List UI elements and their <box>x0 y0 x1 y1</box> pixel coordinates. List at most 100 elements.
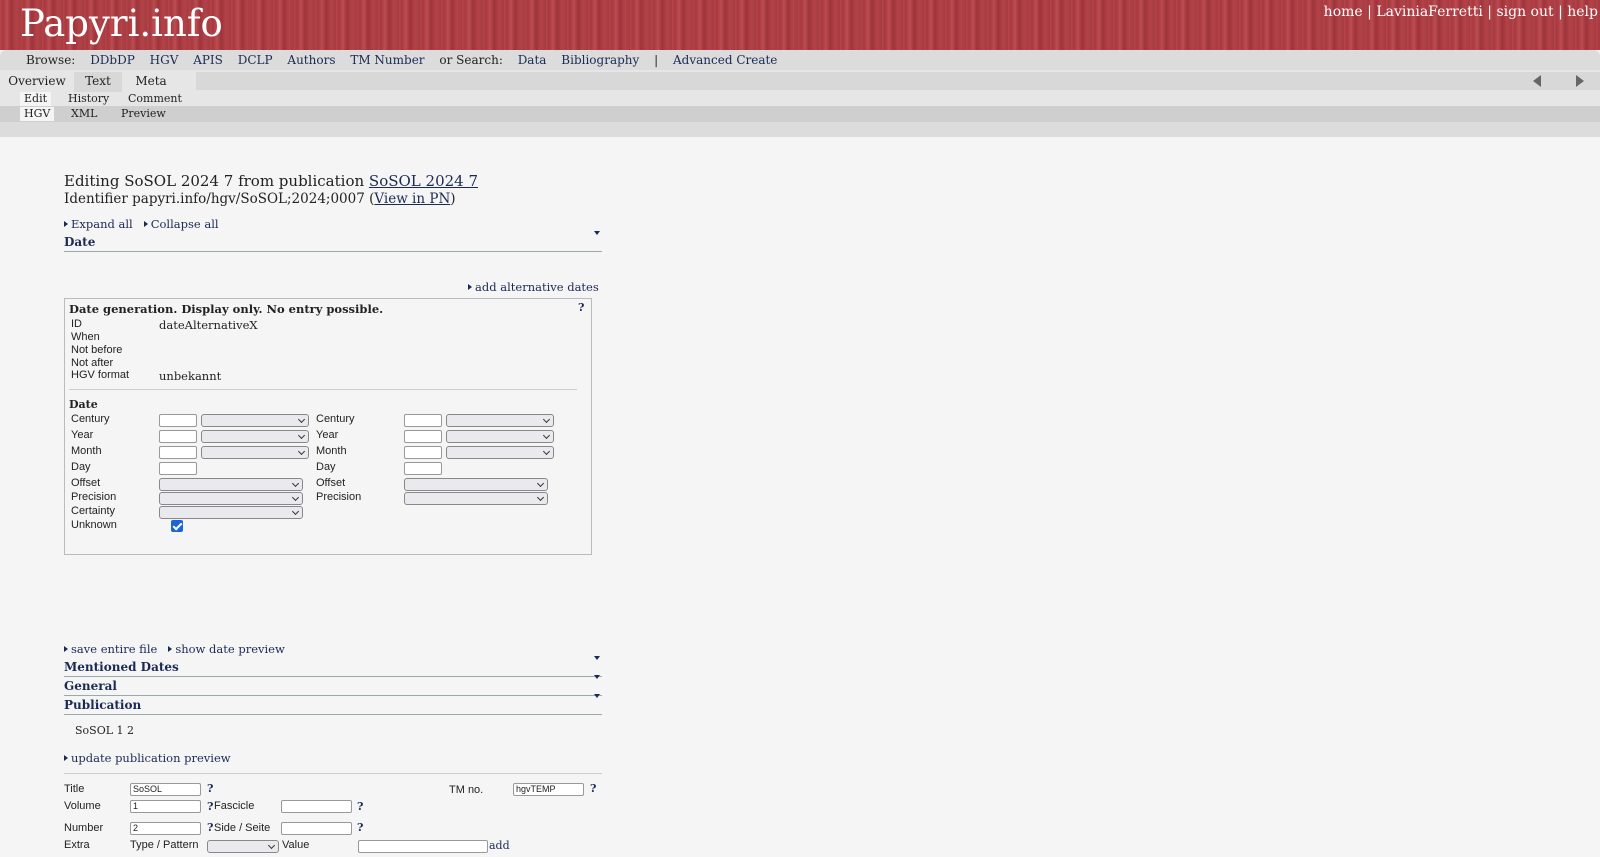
unknown-checkbox[interactable] <box>171 520 183 532</box>
search-label: or Search: <box>439 53 503 67</box>
left-century-select[interactable] <box>201 414 309 427</box>
left-precision-select[interactable] <box>159 492 303 505</box>
section-date[interactable]: Date <box>64 231 602 252</box>
section-publication[interactable]: Publication <box>64 694 602 715</box>
triangle-right-icon <box>64 221 68 227</box>
publication-link[interactable]: SoSOL 2024 7 <box>369 172 478 190</box>
not-before-label: Not before <box>71 344 123 356</box>
prev-arrow-icon[interactable] <box>1533 75 1541 87</box>
left-month-input[interactable] <box>159 446 197 459</box>
user-link[interactable]: LaviniaFerretti <box>1376 4 1483 20</box>
expand-collapse-row: Expand all Collapse all <box>64 217 219 231</box>
show-date-preview-link[interactable]: show date preview <box>168 642 285 656</box>
right-day-label: Day <box>316 461 336 473</box>
number-input[interactable]: 2 <box>130 822 201 835</box>
add-alt-dates-link[interactable]: add alternative dates <box>468 280 599 294</box>
site-header: Papyri.info home | LaviniaFerretti | sig… <box>0 0 1600 50</box>
right-day-input[interactable] <box>404 462 442 475</box>
browse-apis[interactable]: APIS <box>193 53 223 67</box>
certainty-select[interactable] <box>159 506 303 519</box>
subtab-preview[interactable]: Preview <box>117 107 170 121</box>
right-precision-select[interactable] <box>404 492 548 505</box>
tab-meta[interactable]: Meta <box>124 72 178 92</box>
browse-authors[interactable]: Authors <box>287 53 335 67</box>
section-general[interactable]: General <box>64 675 602 696</box>
type-pattern-select[interactable] <box>207 840 279 853</box>
left-offset-select[interactable] <box>159 478 303 491</box>
browse-label: Browse: <box>26 53 76 67</box>
chevron-down-icon <box>594 231 600 235</box>
help-link[interactable]: help <box>1567 4 1598 20</box>
top-links: home | LaviniaFerretti | sign out | help <box>1324 4 1598 20</box>
volume-input[interactable]: 1 <box>130 800 201 813</box>
sign-out-link[interactable]: sign out <box>1496 4 1553 20</box>
collapse-all-link[interactable]: Collapse all <box>143 217 219 231</box>
tm-no-input[interactable]: hgvTEMP <box>513 783 584 796</box>
help-icon[interactable]: ? <box>207 782 213 795</box>
triangle-right-icon <box>143 221 148 227</box>
left-year-input[interactable] <box>159 430 197 443</box>
right-offset-select[interactable] <box>404 478 548 491</box>
subtab-history[interactable]: History <box>64 92 113 106</box>
extra-value-input[interactable] <box>358 840 488 853</box>
identifier-line: Identifier papyri.info/hgv/SoSOL;2024;00… <box>64 191 456 207</box>
search-bibliography[interactable]: Bibliography <box>561 53 639 67</box>
browse-hgv[interactable]: HGV <box>150 53 179 67</box>
add-alt-dates-label: add alternative dates <box>475 280 599 294</box>
side-input[interactable] <box>281 822 352 835</box>
advanced-create-link[interactable]: Advanced Create <box>673 53 777 67</box>
right-month-input[interactable] <box>404 446 442 459</box>
help-icon[interactable]: ? <box>207 821 213 834</box>
home-link[interactable]: home <box>1324 4 1363 20</box>
right-century-label: Century <box>316 413 355 425</box>
identifier-suffix: ) <box>450 191 456 207</box>
when-label: When <box>71 331 100 343</box>
update-publication-preview-label: update publication preview <box>71 751 231 765</box>
page-title-text: Editing SoSOL 2024 7 from publication <box>64 172 365 190</box>
triangle-right-icon <box>64 646 68 652</box>
browse-dclp[interactable]: DCLP <box>238 53 273 67</box>
save-entire-file-link[interactable]: save entire file <box>64 642 157 656</box>
browse-tm-number[interactable]: TM Number <box>350 53 424 67</box>
left-day-input[interactable] <box>159 462 197 475</box>
help-icon[interactable]: ? <box>590 782 596 795</box>
tab-text[interactable]: Text <box>74 72 122 92</box>
section-mentioned-dates[interactable]: Mentioned Dates <box>64 656 602 677</box>
left-century-input[interactable] <box>159 414 197 427</box>
subtab-comment[interactable]: Comment <box>124 92 186 106</box>
top-link-sep: | <box>1367 4 1372 20</box>
right-year-label: Year <box>316 429 339 441</box>
update-publication-preview-link[interactable]: update publication preview <box>64 751 231 765</box>
help-icon[interactable]: ? <box>357 800 363 813</box>
right-century-input[interactable] <box>404 414 442 427</box>
right-month-select[interactable] <box>446 446 554 459</box>
right-month-label: Month <box>316 445 347 457</box>
expand-all-link[interactable]: Expand all <box>64 217 133 231</box>
section-date-title: Date <box>64 235 96 249</box>
unknown-label: Unknown <box>71 519 117 531</box>
site-logo[interactable]: Papyri.info <box>20 2 223 45</box>
browse-ddbdp[interactable]: DDbDP <box>90 53 135 67</box>
right-year-select[interactable] <box>446 430 554 443</box>
view-in-pn-link[interactable]: View in PN <box>374 191 450 207</box>
pub-title-input[interactable]: SoSOL <box>130 783 201 796</box>
next-arrow-icon[interactable] <box>1576 75 1584 87</box>
tab-overview[interactable]: Overview <box>0 72 74 92</box>
subtab-hgv[interactable]: HGV <box>20 107 55 121</box>
search-data[interactable]: Data <box>518 53 547 67</box>
left-year-select[interactable] <box>201 430 309 443</box>
section-publication-title: Publication <box>64 698 142 712</box>
subtab-xml[interactable]: XML <box>67 107 101 121</box>
add-extra-link[interactable]: add <box>489 839 510 852</box>
subtab-edit[interactable]: Edit <box>20 92 52 106</box>
help-icon[interactable]: ? <box>357 821 363 834</box>
left-month-select[interactable] <box>201 446 309 459</box>
section-mentioned-dates-title: Mentioned Dates <box>64 660 179 674</box>
hgv-format-label: HGV format <box>71 369 130 381</box>
help-icon[interactable]: ? <box>578 301 584 314</box>
chevron-down-icon <box>594 694 600 698</box>
right-year-input[interactable] <box>404 430 442 443</box>
fascicle-input[interactable] <box>281 800 352 813</box>
right-century-select[interactable] <box>446 414 554 427</box>
help-icon[interactable]: ? <box>207 800 213 813</box>
